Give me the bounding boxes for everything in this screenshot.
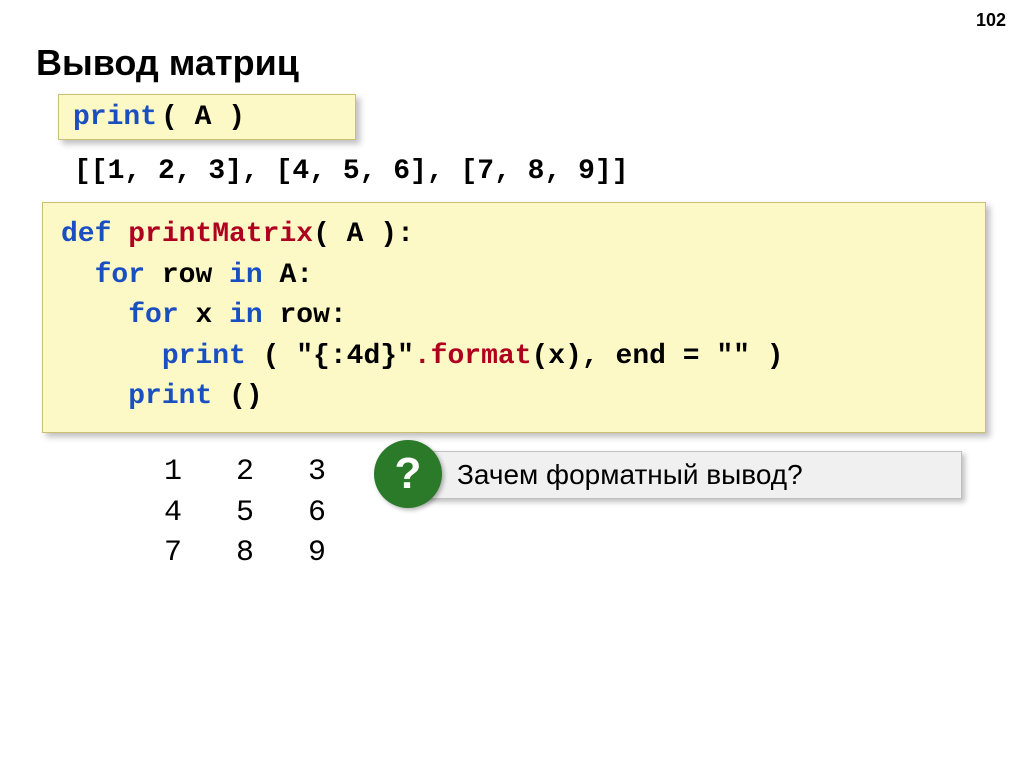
list-output: [[1, 2, 3], [4, 5, 6], [7, 8, 9]] [74,156,629,187]
keyword-print: print [128,381,212,412]
page-number: 102 [976,10,1006,31]
code-text: A: [263,260,313,291]
question-text: Зачем форматный вывод? [457,459,803,491]
func-name: printMatrix [111,219,313,250]
code-box-print-a: print ( A ) [58,94,356,140]
slide-title: Вывод матриц [36,42,299,84]
keyword-in: in [229,260,263,291]
indent [61,260,95,291]
code-text: x [179,300,229,331]
code-text: row: [263,300,347,331]
code-text: () [212,381,262,412]
question-mark-icon: ? [374,440,442,508]
keyword-def: def [61,219,111,250]
keyword-print: print [162,341,246,372]
keyword-in: in [229,300,263,331]
code-text: ( A ) [161,102,245,133]
indent [61,381,128,412]
indent [61,341,162,372]
code-text: ( A ): [313,219,414,250]
code-text: (x), end = "" ) [532,341,784,372]
code-box-function: def printMatrix( A ): for row in A: for … [42,202,986,433]
matrix-output: 1 2 3 4 5 6 7 8 9 [110,452,326,574]
keyword-for: for [128,300,178,331]
indent [61,300,128,331]
code-text: row [145,260,229,291]
method-format: .format [414,341,532,372]
keyword-print: print [73,102,157,133]
question-box: Зачем форматный вывод? [408,451,962,499]
keyword-for: for [95,260,145,291]
code-text: ( "{:4d}" [246,341,414,372]
